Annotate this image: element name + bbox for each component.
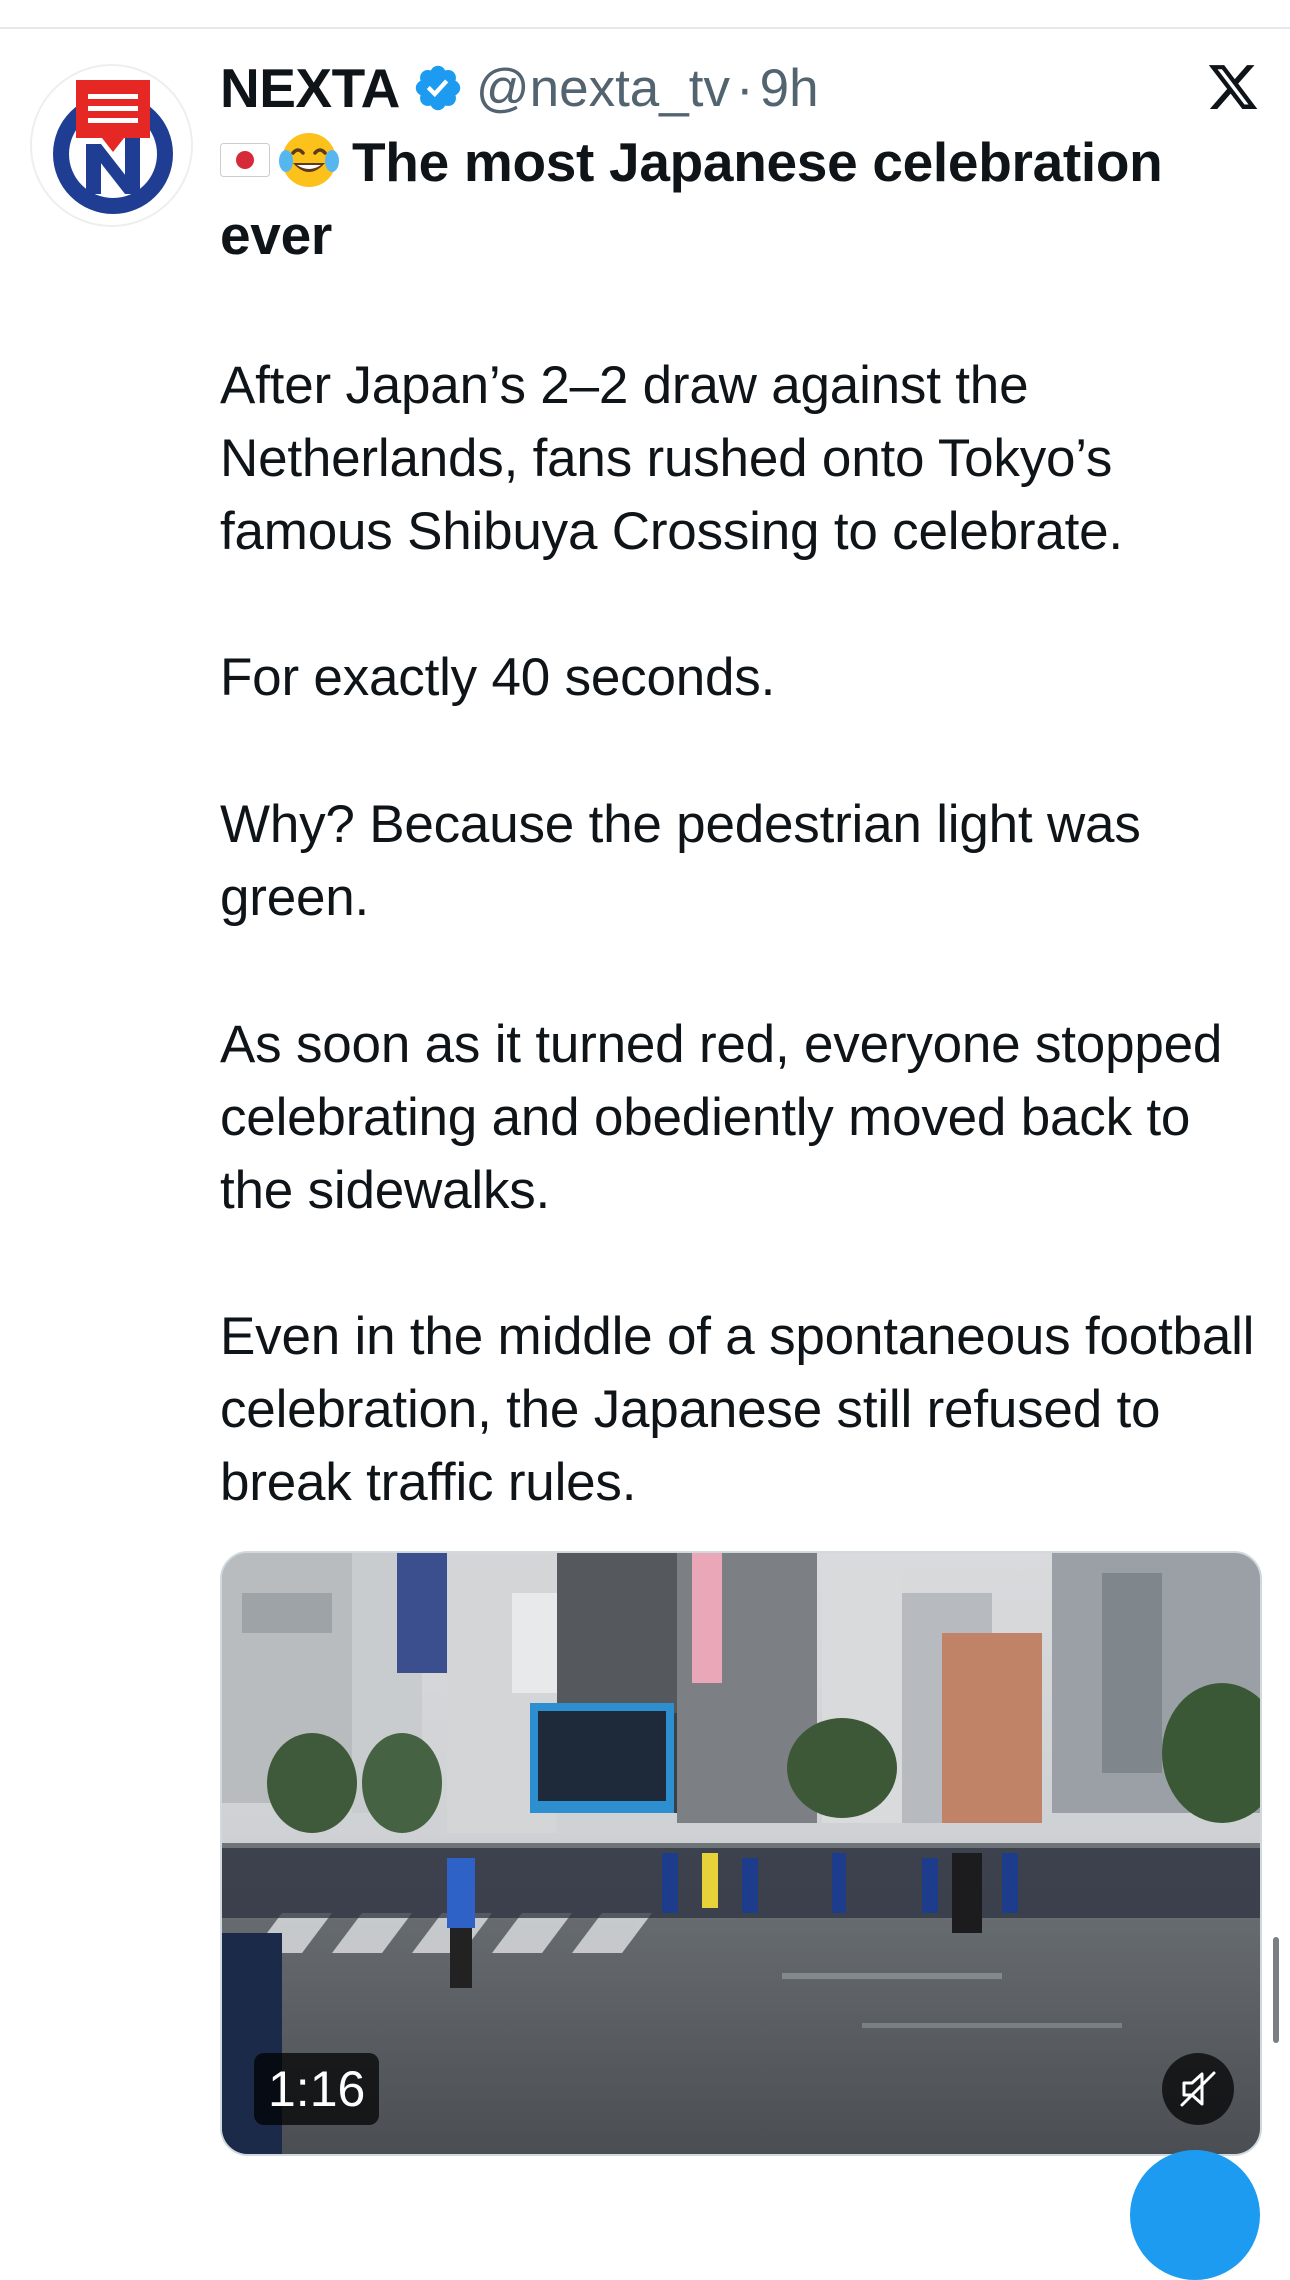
x-logo-icon bbox=[1208, 65, 1258, 109]
nexta-logo-icon bbox=[53, 80, 173, 214]
muted-speaker-icon bbox=[1180, 2071, 1216, 2107]
video-duration: 1:16 bbox=[254, 2053, 380, 2125]
top-divider bbox=[0, 27, 1290, 29]
scrollbar[interactable] bbox=[1273, 1937, 1279, 2043]
verified-badge-icon bbox=[415, 65, 461, 111]
mute-button[interactable] bbox=[1162, 2053, 1234, 2125]
title-text: The most Japanese celebration ever bbox=[220, 131, 1163, 266]
paragraph-4: As soon as it turned red, everyone stopp… bbox=[220, 1015, 1223, 1220]
display-name[interactable]: NEXTA bbox=[220, 56, 400, 120]
compose-button[interactable] bbox=[1130, 2150, 1260, 2280]
separator: · bbox=[736, 58, 754, 118]
paragraph-5: Even in the middle of a spontaneous foot… bbox=[220, 1307, 1255, 1512]
tears-of-joy-icon bbox=[279, 133, 339, 188]
japan-flag-icon bbox=[220, 143, 270, 178]
avatar[interactable] bbox=[30, 64, 193, 227]
video-player[interactable]: 1:16 bbox=[220, 1551, 1262, 2156]
tweet-title: The most Japanese celebration ever bbox=[220, 126, 1230, 272]
tweet-header: NEXTA @nexta_tv · 9h bbox=[220, 52, 819, 124]
timestamp[interactable]: 9h bbox=[760, 58, 819, 119]
paragraph-3: Why? Because the pedestrian light was gr… bbox=[220, 795, 1141, 927]
handle[interactable]: @nexta_tv bbox=[476, 58, 730, 119]
paragraph-1: After Japan’s 2–2 draw against the Nethe… bbox=[220, 356, 1123, 561]
paragraph-2: For exactly 40 seconds. bbox=[220, 648, 776, 707]
